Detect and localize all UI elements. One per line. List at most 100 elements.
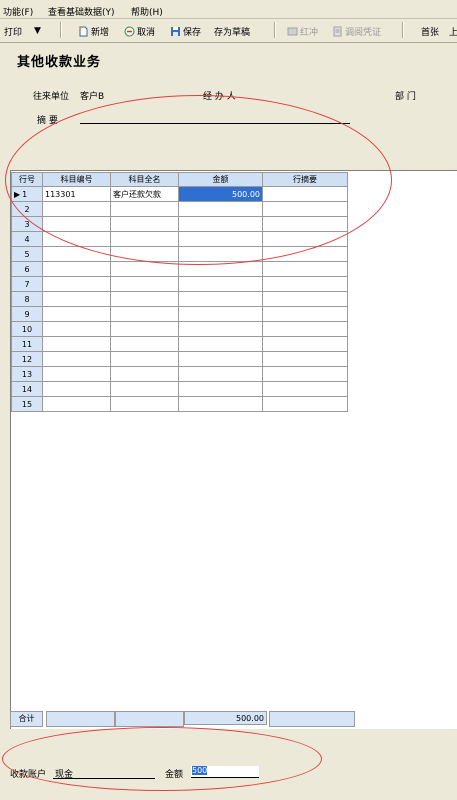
cell-name[interactable] bbox=[110, 381, 179, 397]
table-row[interactable]: 7 bbox=[11, 276, 348, 292]
row-number-cell[interactable]: 4 bbox=[11, 231, 43, 247]
cell-memo[interactable] bbox=[262, 396, 348, 412]
red-reverse-button[interactable]: 红冲 bbox=[287, 24, 318, 38]
table-row[interactable]: 11 bbox=[11, 336, 348, 352]
column-header-memo[interactable]: 行摘要 bbox=[262, 172, 348, 187]
cell-amount[interactable] bbox=[178, 381, 263, 397]
cell-code[interactable] bbox=[42, 201, 111, 217]
cell-name[interactable] bbox=[110, 201, 179, 217]
amount-input[interactable]: 500 bbox=[191, 766, 259, 778]
cell-memo[interactable] bbox=[262, 366, 348, 382]
cell-name[interactable] bbox=[110, 276, 179, 292]
cell-amount[interactable] bbox=[178, 216, 263, 232]
cell-memo[interactable] bbox=[262, 381, 348, 397]
cell-memo[interactable] bbox=[262, 351, 348, 367]
menu-help[interactable]: 帮助(H) bbox=[131, 5, 163, 18]
cell-amount[interactable] bbox=[178, 201, 263, 217]
row-number-cell[interactable]: ▶ 1 bbox=[11, 186, 43, 202]
cell-amount[interactable] bbox=[178, 291, 263, 307]
cell-amount[interactable] bbox=[178, 351, 263, 367]
cell-amount[interactable] bbox=[178, 321, 263, 337]
cell-name[interactable] bbox=[110, 291, 179, 307]
table-row[interactable]: 10 bbox=[11, 321, 348, 337]
prev-record-button[interactable]: 上 bbox=[449, 24, 457, 38]
cell-code[interactable] bbox=[42, 366, 111, 382]
print-button[interactable]: 打印 ▼ bbox=[4, 24, 41, 38]
table-row[interactable]: 4 bbox=[11, 231, 348, 247]
cell-memo[interactable] bbox=[262, 291, 348, 307]
row-number-cell[interactable]: 10 bbox=[11, 321, 43, 337]
cell-memo[interactable] bbox=[262, 276, 348, 292]
cell-memo[interactable] bbox=[262, 321, 348, 337]
cell-memo[interactable] bbox=[262, 186, 348, 202]
cell-memo[interactable] bbox=[262, 216, 348, 232]
cell-code[interactable] bbox=[42, 396, 111, 412]
table-row[interactable]: 8 bbox=[11, 291, 348, 307]
table-row[interactable]: 6 bbox=[11, 261, 348, 277]
view-voucher-button[interactable]: 调阅凭证 bbox=[332, 24, 381, 38]
cell-code[interactable] bbox=[42, 336, 111, 352]
cell-code[interactable] bbox=[42, 291, 111, 307]
cell-memo[interactable] bbox=[262, 201, 348, 217]
cell-code[interactable] bbox=[42, 321, 111, 337]
cell-memo[interactable] bbox=[262, 246, 348, 262]
cell-name[interactable] bbox=[110, 321, 179, 337]
table-row[interactable]: 2 bbox=[11, 201, 348, 217]
cell-name[interactable] bbox=[110, 246, 179, 262]
row-number-cell[interactable]: 6 bbox=[11, 261, 43, 277]
cell-code[interactable] bbox=[42, 381, 111, 397]
cell-code[interactable] bbox=[42, 261, 111, 277]
cell-code[interactable] bbox=[42, 231, 111, 247]
cell-amount[interactable] bbox=[178, 261, 263, 277]
row-number-cell[interactable]: 7 bbox=[11, 276, 43, 292]
row-number-cell[interactable]: 15 bbox=[11, 396, 43, 412]
cell-amount[interactable] bbox=[178, 306, 263, 322]
cell-code[interactable] bbox=[42, 351, 111, 367]
unit-field[interactable]: 客户B bbox=[80, 89, 104, 102]
cell-memo[interactable] bbox=[262, 231, 348, 247]
menu-view-basic-data[interactable]: 查看基础数据(Y) bbox=[48, 5, 115, 18]
cell-amount[interactable] bbox=[178, 336, 263, 352]
cell-memo[interactable] bbox=[262, 336, 348, 352]
row-number-cell[interactable]: 2 bbox=[11, 201, 43, 217]
cell-name[interactable] bbox=[110, 261, 179, 277]
cell-amount[interactable] bbox=[178, 366, 263, 382]
cell-name[interactable] bbox=[110, 396, 179, 412]
cell-name[interactable] bbox=[110, 351, 179, 367]
new-button[interactable]: 新增 bbox=[78, 24, 109, 38]
row-number-cell[interactable]: 11 bbox=[11, 336, 43, 352]
table-row[interactable]: ▶ 1 113301 客户还款欠款 500.00 bbox=[11, 186, 348, 202]
cell-memo[interactable] bbox=[262, 306, 348, 322]
cell-name[interactable] bbox=[110, 231, 179, 247]
cell-code[interactable] bbox=[42, 246, 111, 262]
cell-name[interactable]: 客户还款欠款 bbox=[110, 186, 179, 202]
row-number-cell[interactable]: 13 bbox=[11, 366, 43, 382]
cell-code[interactable] bbox=[42, 276, 111, 292]
row-number-cell[interactable]: 14 bbox=[11, 381, 43, 397]
cell-code[interactable] bbox=[42, 306, 111, 322]
cell-name[interactable] bbox=[110, 366, 179, 382]
menu-function[interactable]: 功能(F) bbox=[3, 5, 33, 18]
cell-code[interactable]: 113301 bbox=[42, 186, 111, 202]
column-header-name[interactable]: 科目全名 bbox=[110, 172, 179, 187]
cell-amount[interactable] bbox=[178, 246, 263, 262]
save-draft-button[interactable]: 存为草稿 bbox=[214, 24, 250, 38]
first-record-button[interactable]: 首张 bbox=[421, 24, 439, 38]
table-row[interactable]: 13 bbox=[11, 366, 348, 382]
dropdown-arrow-icon[interactable]: ▼ bbox=[34, 26, 41, 36]
cell-amount[interactable] bbox=[178, 396, 263, 412]
cell-amount[interactable] bbox=[178, 231, 263, 247]
row-number-cell[interactable]: 12 bbox=[11, 351, 43, 367]
cell-name[interactable] bbox=[110, 336, 179, 352]
cancel-button[interactable]: 取消 bbox=[124, 24, 155, 38]
table-row[interactable]: 5 bbox=[11, 246, 348, 262]
cell-amount[interactable] bbox=[178, 276, 263, 292]
row-number-cell[interactable]: 8 bbox=[11, 291, 43, 307]
cell-code[interactable] bbox=[42, 216, 111, 232]
table-row[interactable]: 12 bbox=[11, 351, 348, 367]
column-header-row-no[interactable]: 行号 bbox=[11, 172, 43, 187]
save-button[interactable]: 保存 bbox=[170, 24, 201, 38]
column-header-code[interactable]: 科目编号 bbox=[42, 172, 111, 187]
table-row[interactable]: 3 bbox=[11, 216, 348, 232]
row-number-cell[interactable]: 9 bbox=[11, 306, 43, 322]
